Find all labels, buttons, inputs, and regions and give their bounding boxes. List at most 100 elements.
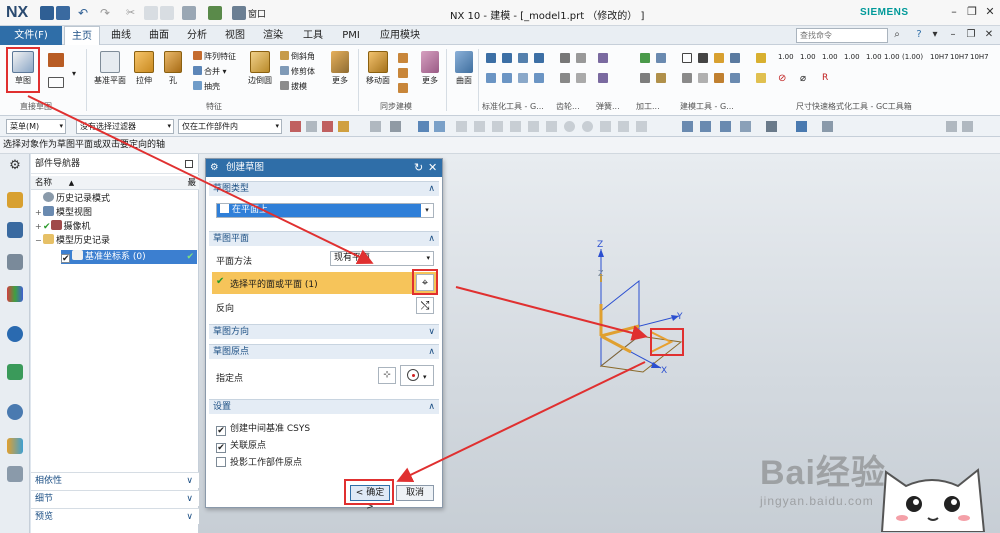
select-icon[interactable] [370, 121, 381, 132]
checkbox[interactable]: ✔ [216, 426, 226, 436]
reverse-direction-button[interactable]: ⤭ [416, 297, 434, 314]
option-project-work-part-origin[interactable]: 投影工作部件原点 [216, 455, 302, 468]
select-icon[interactable] [338, 121, 349, 132]
panel-toggle-icon[interactable] [946, 121, 957, 132]
settings-icon[interactable]: ⚙ [7, 158, 23, 174]
window-icon[interactable] [232, 6, 246, 20]
spring-tool-icon[interactable] [598, 73, 608, 83]
y-handle[interactable] [600, 324, 640, 338]
x-handle[interactable] [600, 334, 632, 354]
tab-analysis[interactable]: 分析 [180, 26, 214, 45]
surface-button[interactable]: 曲面 [452, 51, 476, 86]
modeling-tool-icon[interactable] [698, 73, 708, 83]
gear-tool-icon[interactable] [560, 53, 570, 63]
point-dialog-button[interactable]: ⊹ [378, 367, 396, 384]
command-search-input[interactable] [796, 28, 888, 43]
reset-icon[interactable]: ↻ [414, 159, 423, 177]
snap-point-icon[interactable] [564, 121, 575, 132]
dimension-tool-icon[interactable] [756, 73, 766, 83]
section-sketch-orientation[interactable]: 草图方向 ∨ [209, 324, 439, 339]
dim-format-10[interactable]: 10H7 [970, 53, 989, 61]
view-tool-icon[interactable] [720, 121, 731, 132]
select-icon[interactable] [322, 121, 333, 132]
dim-format-9[interactable]: 10H7 [950, 53, 969, 61]
shell-button[interactable]: 抽壳 [193, 81, 220, 92]
doc-close-button[interactable]: ✕ [982, 28, 996, 42]
view-tool-icon[interactable] [740, 121, 751, 132]
section-sketch-plane[interactable]: 草图平面 ∧ [209, 231, 439, 246]
visibility-checkbox[interactable]: ✔ [61, 254, 70, 264]
tab-surface[interactable]: 曲面 [142, 26, 176, 45]
doc-restore-button[interactable]: ❐ [964, 28, 978, 42]
snap-point-icon[interactable] [636, 121, 647, 132]
dim-format-6[interactable]: 1.00 [884, 53, 900, 61]
tree-node-cameras[interactable]: +✔ 摄像机 [35, 220, 91, 234]
tree-node-history-mode[interactable]: 历史记录模式 [35, 192, 110, 206]
panel-preview[interactable]: 预览 ∨ [31, 508, 199, 524]
standard-tool-icon[interactable] [486, 53, 496, 63]
standard-tool-icon[interactable] [534, 73, 544, 83]
plane-method-dropdown[interactable]: 现有平面 ▾ [330, 251, 434, 266]
edge-blend-button[interactable]: 边倒圆 [244, 51, 276, 86]
checkbox[interactable] [216, 457, 226, 467]
main-menu-button[interactable]: 菜单(M) ▾ [6, 119, 66, 134]
machining-tool-icon[interactable] [640, 73, 650, 83]
dim-format-2[interactable]: 1.00 [800, 53, 816, 61]
option-create-intermediate-csys[interactable]: ✔ 创建中间基准 CSYS [216, 421, 310, 436]
draft-button[interactable]: 拔模 [280, 81, 307, 92]
tab-render[interactable]: 渲染 [256, 26, 290, 45]
collapse-icon[interactable]: − [35, 234, 43, 248]
hole-button[interactable]: 孔 [162, 51, 184, 86]
section-sketch-type[interactable]: 草图类型 ∧ [209, 181, 439, 196]
window-menu[interactable]: 窗口 [248, 7, 266, 20]
trim-body-button[interactable]: 修剪体 [280, 66, 315, 77]
save-all-icon[interactable] [56, 6, 70, 20]
panel-toggle-icon[interactable] [962, 121, 973, 132]
snap-point-icon[interactable] [618, 121, 629, 132]
selection-scope-dropdown[interactable]: 仅在工作部件内 ▾ [178, 119, 282, 134]
cancel-button[interactable]: 取消 [396, 485, 434, 501]
standard-tool-icon[interactable] [518, 53, 528, 63]
select-icon[interactable] [390, 121, 401, 132]
view-tool-icon[interactable] [822, 121, 833, 132]
rectangle-icon[interactable] [48, 77, 64, 88]
tab-curve[interactable]: 曲线 [104, 26, 138, 45]
search-icon[interactable]: ⌕ [890, 28, 904, 42]
paste-icon[interactable] [160, 6, 174, 20]
snap-point-icon[interactable] [510, 121, 521, 132]
select-icon[interactable] [434, 121, 445, 132]
snap-point-icon[interactable] [546, 121, 557, 132]
modeling-tool-icon[interactable] [714, 73, 724, 83]
sketch-type-dropdown[interactable]: 在平面上 ▾ [216, 203, 434, 218]
dim-format-5[interactable]: 1.00 [866, 53, 882, 61]
part-navigator-icon[interactable] [7, 192, 23, 208]
process-studio-icon[interactable] [7, 466, 23, 482]
minimize-button[interactable]: – [946, 5, 962, 19]
snap-point-icon[interactable] [492, 121, 503, 132]
checkbox[interactable]: ✔ [216, 443, 226, 453]
standard-tool-icon[interactable] [534, 53, 544, 63]
close-button[interactable]: ✕ [982, 5, 998, 19]
tab-tools[interactable]: 工具 [296, 26, 330, 45]
datum-plane-button[interactable]: 基准平面 [90, 51, 130, 86]
dim-format-1[interactable]: 1.00 [778, 53, 794, 61]
dim-format-7[interactable]: (1.00) [902, 53, 923, 61]
cut-icon[interactable]: ✂ [126, 6, 140, 20]
selection-filter-dropdown[interactable]: 没有选择过滤器 ▾ [76, 119, 174, 134]
modeling-tool-icon[interactable] [730, 73, 740, 83]
gear-tool-icon[interactable] [576, 53, 586, 63]
view-tool-icon[interactable] [796, 121, 807, 132]
extrude-button[interactable]: 拉伸 [131, 51, 157, 86]
snap-point-icon[interactable] [582, 121, 593, 132]
save-icon[interactable] [40, 6, 54, 20]
section-settings[interactable]: 设置 ∧ [209, 399, 439, 414]
standard-tool-icon[interactable] [486, 73, 496, 83]
panel-dependencies[interactable]: 相依性 ∨ [31, 472, 199, 488]
more-feature-button[interactable]: 更多 [328, 51, 352, 86]
tab-pmi[interactable]: PMI [334, 26, 368, 45]
tree-node-datum-csys[interactable]: ✔ 基准坐标系 (0) ✔ [61, 250, 197, 264]
view-tool-icon[interactable] [682, 121, 693, 132]
machining-tool-icon[interactable] [656, 73, 666, 83]
select-icon[interactable] [418, 121, 429, 132]
move-face-button[interactable]: 移动面 [362, 51, 394, 86]
